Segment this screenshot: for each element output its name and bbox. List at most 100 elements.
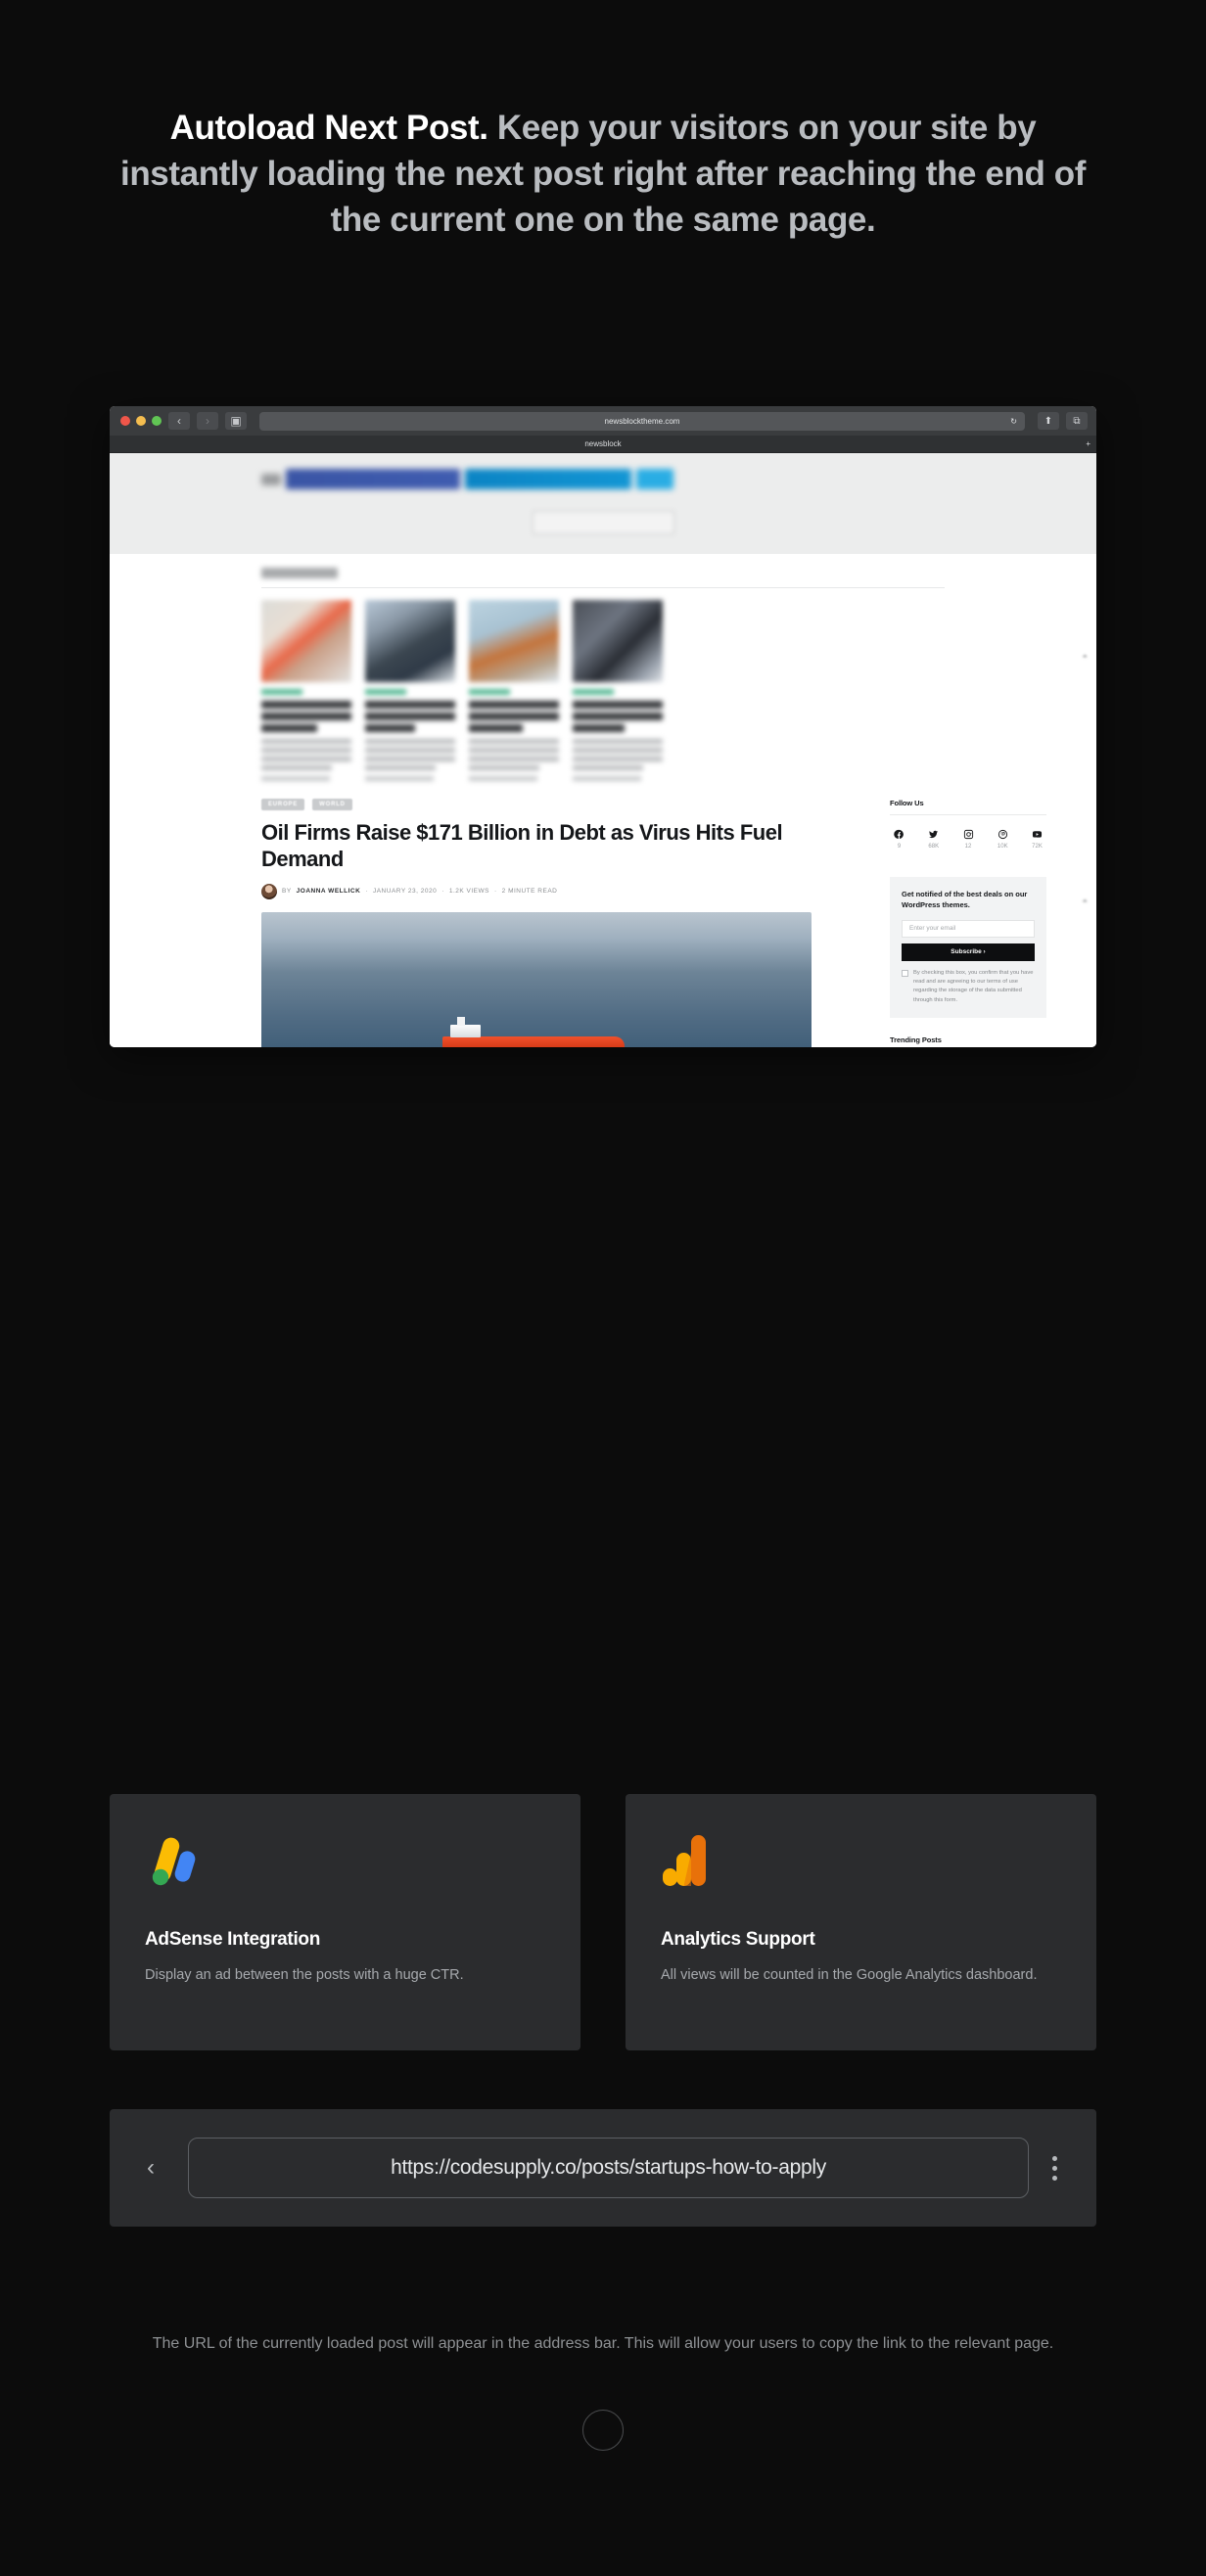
- share-more-button[interactable]: [636, 469, 673, 489]
- article-main: EUROPE WORLD Oil Firms Raise $171 Billio…: [261, 799, 868, 1047]
- byline-readtime: 2 MINUTE READ: [501, 888, 558, 896]
- follow-us-heading: Follow Us: [890, 799, 924, 807]
- newsletter-promo: Get notified of the best deals on our Wo…: [890, 877, 1046, 1018]
- related-post-meta: [261, 776, 330, 781]
- related-post-excerpt: [469, 739, 559, 770]
- browser-address-bar[interactable]: newsblocktheme.com ↻: [259, 411, 1025, 431]
- browser-window: ‹ › ▣ newsblocktheme.com ↻ ⬆ ⧉ newsblock…: [110, 406, 1096, 1047]
- consent-text: By checking this box, you confirm that y…: [913, 969, 1034, 1003]
- sidebar-toggle-icon[interactable]: ▣: [225, 412, 247, 430]
- feature-card-adsense: AdSense Integration Display an ad betwee…: [110, 1794, 580, 2050]
- minimize-icon[interactable]: [136, 416, 146, 426]
- page-root: Autoload Next Post. Keep your visitors o…: [0, 0, 1206, 2576]
- related-posts-heading: [261, 568, 338, 578]
- feature-card-desc: Display an ad between the posts with a h…: [145, 1967, 464, 1983]
- share-bar-region: [110, 453, 1096, 554]
- reload-icon[interactable]: ↻: [1010, 417, 1017, 426]
- social-share-buttons[interactable]: [261, 469, 1096, 489]
- related-post-category: [261, 689, 302, 695]
- byline-author[interactable]: JOANNA WELLICK: [297, 888, 361, 895]
- related-post-card[interactable]: [365, 600, 455, 781]
- tabs-overview-icon[interactable]: ⧉: [1066, 412, 1088, 430]
- feature-card-title: Analytics Support: [661, 1929, 815, 1950]
- related-post-excerpt: [573, 739, 663, 770]
- share-icon[interactable]: ⬆: [1038, 412, 1059, 430]
- forward-button[interactable]: ›: [197, 412, 218, 430]
- share-twitter-button[interactable]: [465, 469, 631, 489]
- oil-tanker-shape: [442, 1016, 625, 1047]
- related-post-thumbnail: [573, 600, 663, 682]
- subscribe-button[interactable]: Subscribe ›: [902, 943, 1035, 961]
- social-link-facebook[interactable]: 9: [894, 829, 904, 850]
- google-analytics-icon: [661, 1833, 708, 1888]
- byline-date: JANUARY 23, 2020: [372, 888, 438, 896]
- related-post-category: [573, 689, 614, 695]
- maximize-icon[interactable]: [152, 416, 162, 426]
- browser-toolbar: ‹ › ▣ newsblocktheme.com ↻ ⬆ ⧉: [110, 406, 1096, 436]
- back-button[interactable]: ‹: [168, 412, 190, 430]
- facebook-icon: [894, 829, 904, 840]
- related-posts-grid: [261, 600, 945, 781]
- divider: [890, 814, 1046, 815]
- article-tags: EUROPE WORLD: [261, 799, 868, 810]
- social-links: 9 68K 12 10K 72K: [890, 829, 1046, 850]
- scroll-up-icon[interactable]: ⌃: [1081, 654, 1089, 665]
- article-hero-image: [261, 911, 812, 1047]
- consent-checkbox[interactable]: [902, 969, 908, 977]
- consent-row: By checking this box, you confirm that y…: [902, 969, 1035, 1005]
- byline-prefix: BY: [282, 888, 292, 896]
- comments-button[interactable]: [532, 511, 674, 534]
- related-post-thumbnail: [469, 600, 559, 682]
- window-traffic-lights: [118, 416, 162, 426]
- url-text: https://codesupply.co/posts/startups-how…: [391, 2156, 826, 2179]
- home-indicator-icon: [582, 2410, 624, 2451]
- byline-sep: ·: [441, 888, 444, 896]
- social-count: 12: [964, 844, 972, 850]
- social-count: 72K: [1032, 844, 1043, 850]
- related-post-meta: [573, 776, 641, 781]
- feature-card-desc: All views will be counted in the Google …: [661, 1967, 1038, 1983]
- newsletter-heading: Get notified of the best deals on our Wo…: [902, 890, 1028, 909]
- tag-europe[interactable]: EUROPE: [261, 799, 305, 810]
- related-post-meta: [469, 776, 537, 781]
- back-button[interactable]: ‹: [147, 2154, 155, 2182]
- url-input[interactable]: https://codesupply.co/posts/startups-how…: [188, 2138, 1029, 2198]
- byline-sep: ·: [365, 888, 368, 896]
- browser-tab-bar: newsblock +: [110, 436, 1096, 453]
- tag-world[interactable]: WORLD: [312, 799, 352, 810]
- caption-text: The URL of the currently loaded post wil…: [152, 2335, 1054, 2352]
- related-post-excerpt: [365, 739, 455, 770]
- youtube-icon: [1032, 829, 1043, 840]
- article-sidebar: Follow Us 9 68K 12 10K 72K Get notified …: [890, 799, 1046, 1047]
- close-icon[interactable]: [120, 416, 130, 426]
- social-count: 9: [897, 844, 902, 850]
- social-link-pinterest[interactable]: 10K: [997, 829, 1008, 850]
- social-link-instagram[interactable]: 12: [963, 829, 974, 850]
- related-post-meta: [365, 776, 434, 781]
- google-adsense-icon: [145, 1833, 200, 1888]
- twitter-icon: [928, 829, 939, 840]
- kebab-menu-icon[interactable]: [1052, 2155, 1057, 2181]
- share-label: [261, 473, 281, 485]
- byline-views: 1.2K VIEWS: [448, 888, 489, 896]
- browser-viewport: EUROPE WORLD Oil Firms Raise $171 Billio…: [110, 453, 1096, 1047]
- related-post-card[interactable]: [469, 600, 559, 781]
- email-field[interactable]: Enter your email: [902, 919, 1035, 938]
- scroll-up-icon[interactable]: ⌃: [1081, 898, 1089, 909]
- social-link-twitter[interactable]: 68K: [928, 829, 939, 850]
- address-bar-demo: ‹ https://codesupply.co/posts/startups-h…: [110, 2109, 1096, 2227]
- article-byline: BY JOANNA WELLICK · JANUARY 23, 2020 · 1…: [261, 883, 868, 899]
- article-headline: Oil Firms Raise $171 Billion in Debt as …: [261, 820, 783, 871]
- avatar: [261, 883, 277, 899]
- related-post-title: [573, 701, 663, 732]
- related-post-thumbnail: [365, 600, 455, 682]
- related-post-card[interactable]: [261, 600, 351, 781]
- new-tab-button[interactable]: +: [1086, 439, 1090, 448]
- browser-tab-title[interactable]: newsblock: [584, 439, 621, 448]
- share-facebook-button[interactable]: [286, 469, 460, 489]
- byline-sep: ·: [493, 888, 497, 896]
- social-link-youtube[interactable]: 72K: [1032, 829, 1043, 850]
- related-post-card[interactable]: [573, 600, 663, 781]
- browser-url-text: newsblocktheme.com: [604, 416, 680, 426]
- related-post-excerpt: [261, 739, 351, 770]
